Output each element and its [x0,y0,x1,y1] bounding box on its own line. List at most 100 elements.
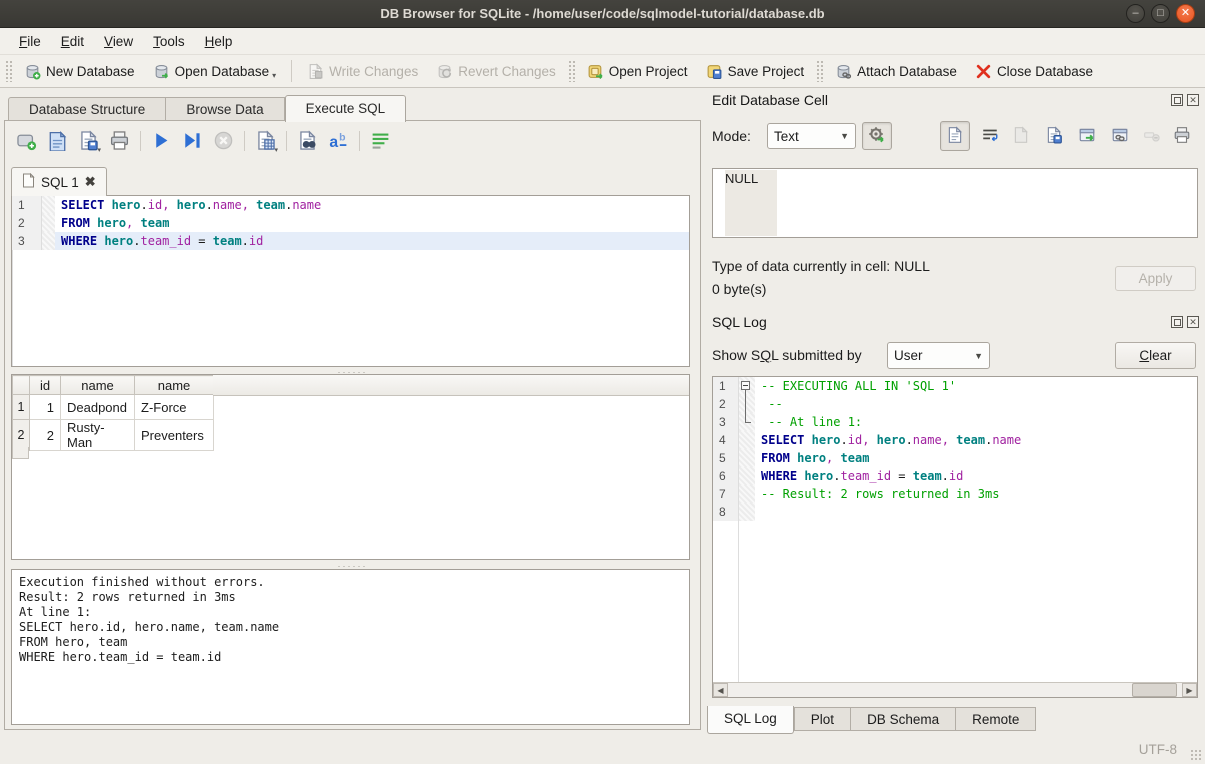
column-header-name-1[interactable]: name [61,376,135,395]
line-number: 2 [12,214,42,232]
revert-changes-button[interactable]: Revert Changes [427,59,565,84]
toolbar-separator [291,60,292,82]
grid-corner[interactable] [13,376,30,395]
word-wrap-cell-button[interactable] [977,124,1003,148]
print-sql-button[interactable] [106,127,133,154]
grid-cell[interactable]: Preventers [135,420,214,451]
grid-cell[interactable]: Z-Force [135,395,214,420]
line-number: 5 [713,449,739,467]
auto-apply-button[interactable] [862,122,892,150]
fold-margin [739,431,755,449]
execute-line-icon [182,130,203,151]
float-panel-icon[interactable] [1171,316,1183,328]
float-panel-icon[interactable] [1171,94,1183,106]
main-tab-bar: Database StructureBrowse DataExecute SQL [8,95,406,121]
menu-tools[interactable]: Tools [144,31,194,52]
toolbar-button-label: New Database [46,64,135,79]
close-button[interactable]: ✕ [1176,4,1195,23]
grid-cell[interactable]: 2 [30,420,61,451]
open-external-icon [1078,126,1096,147]
set-link-button[interactable] [1107,124,1133,148]
sql-log-area[interactable]: 1-- EXECUTING ALL IN 'SQL 1'2 --3 -- At … [712,376,1198,698]
grid-cell[interactable]: Deadpond [61,395,135,420]
execute-all-button[interactable] [148,127,175,154]
results-grid[interactable]: idnamename11DeadpondZ-Force22Rusty-ManPr… [11,374,690,560]
close-tab-icon[interactable]: ✖ [85,174,96,190]
clear-log-button[interactable]: Clear [1115,342,1196,369]
apply-button[interactable]: Apply [1115,266,1196,291]
open-project-button[interactable]: Open Project [578,59,697,84]
save-project-icon [706,63,723,80]
chevron-down-icon: ▼ [974,351,983,361]
grid-cell[interactable]: 1 [30,395,61,420]
log-horizontal-scrollbar[interactable]: ◀ ▶ [713,682,1197,697]
code-text: -- Result: 2 rows returned in 3ms [755,485,1197,503]
menu-view[interactable]: View [95,31,142,52]
set-null-button[interactable] [1139,124,1165,148]
column-header-name-2[interactable]: name [135,376,214,395]
resize-grip[interactable] [1190,749,1202,761]
dock-tab-plot[interactable]: Plot [794,707,851,731]
new-sql-tab-icon [16,130,37,151]
line-number: 3 [713,413,739,431]
close-panel-icon[interactable]: ✕ [1187,316,1199,328]
log-filter-select[interactable]: User▼ [887,342,990,369]
mode-select[interactable]: Text▼ [767,123,856,149]
table-row[interactable]: 22Rusty-ManPreventers [13,420,214,451]
attach-database-button[interactable]: Attach Database [826,59,966,84]
new-sql-tab-button[interactable] [13,127,40,154]
word-wrap-button[interactable] [367,127,394,154]
dropdown-caret-icon[interactable]: ▾ [274,146,278,154]
menu-edit[interactable]: Edit [52,31,93,52]
dock-tab-sql-log[interactable]: SQL Log [707,706,794,734]
menu-help[interactable]: Help [196,31,242,52]
fold-marker[interactable] [739,377,755,395]
row-header[interactable]: 2 [13,420,30,451]
dock-tab-db-schema[interactable]: DB Schema [851,707,956,731]
menu-file[interactable]: File [10,31,50,52]
close-panel-icon[interactable]: ✕ [1187,94,1199,106]
export-data-button[interactable] [1041,124,1067,148]
svg-text:b: b [339,132,345,144]
tab-execute-sql[interactable]: Execute SQL [285,95,407,122]
column-header-id-0[interactable]: id [30,376,61,395]
format-sql-button[interactable]: ab [325,127,352,154]
row-header[interactable]: 1 [13,395,30,420]
sql-file-tab[interactable]: SQL 1 ✖ [11,167,107,196]
scroll-right-icon[interactable]: ▶ [1182,683,1197,697]
close-database-button[interactable]: Close Database [966,59,1102,84]
text-mode-button[interactable] [940,121,970,151]
splitter-results-message[interactable]: ······ [5,563,700,569]
code-text: WHERE hero.team_id = team.id [755,467,1197,485]
find-button[interactable] [294,127,321,154]
scroll-left-icon[interactable]: ◀ [713,683,728,697]
minimize-button[interactable]: – [1126,4,1145,23]
stop-button[interactable] [210,127,237,154]
dropdown-caret-icon[interactable]: ▾ [272,71,276,80]
dock-tab-remote[interactable]: Remote [956,707,1036,731]
toolbar-button-label: Open Project [609,64,688,79]
open-sql-file-button[interactable] [44,127,71,154]
grid-cell[interactable]: Rusty-Man [61,420,135,451]
scrollbar-thumb[interactable] [1132,683,1177,697]
new-database-button[interactable]: New Database [15,59,144,84]
table-row[interactable]: 11DeadpondZ-Force [13,395,214,420]
sql-editor[interactable]: 1SELECT hero.id, hero.name, team.name2FR… [11,195,690,367]
dropdown-caret-icon[interactable]: ▾ [97,146,101,154]
open-database-button[interactable]: Open Database▾ [144,59,286,84]
write-changes-button[interactable]: Write Changes [298,59,427,84]
code-text: FROM hero, team [755,449,1197,467]
execute-line-button[interactable] [179,127,206,154]
fold-margin [42,196,55,214]
code-text: -- [755,395,1197,413]
print-cell-button[interactable] [1169,124,1195,148]
save-sql-file-button[interactable]: ▾ [75,127,102,154]
import-data-button[interactable] [1008,124,1034,148]
save-results-button[interactable]: ▾ [252,127,279,154]
save-project-button[interactable]: Save Project [697,59,814,84]
tab-database-structure[interactable]: Database Structure [8,97,166,121]
cell-editor[interactable]: NULL [712,168,1198,238]
open-external-button[interactable] [1074,124,1100,148]
tab-browse-data[interactable]: Browse Data [166,97,284,121]
maximize-button[interactable]: □ [1151,4,1170,23]
